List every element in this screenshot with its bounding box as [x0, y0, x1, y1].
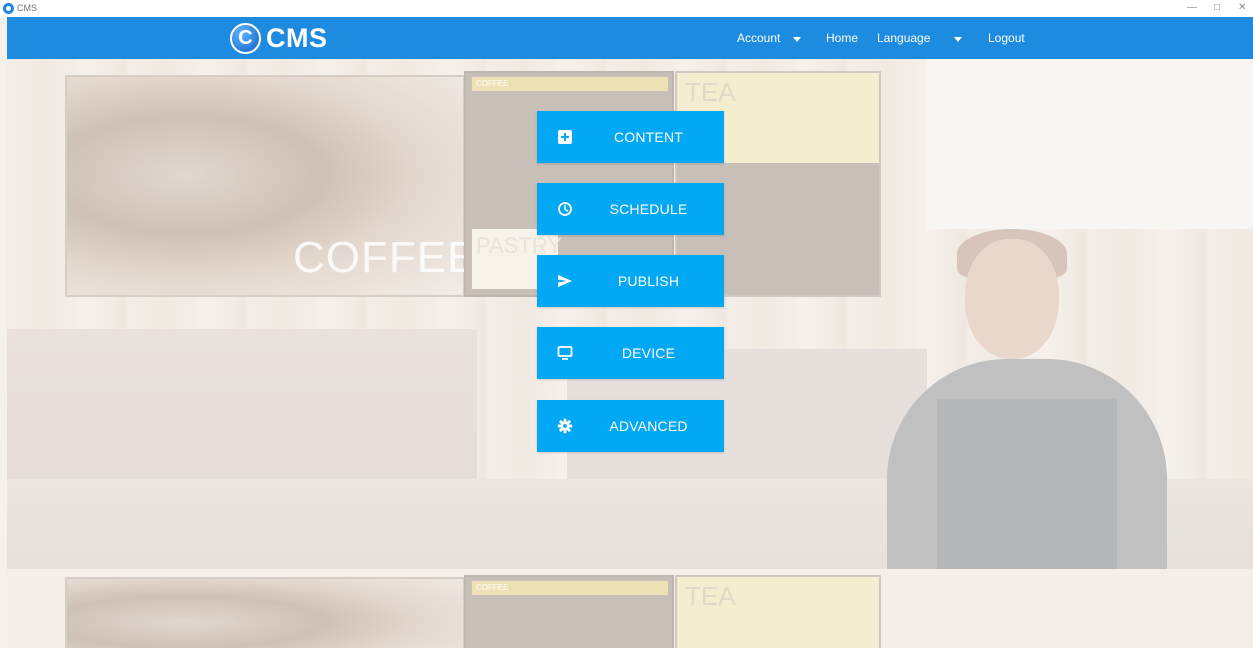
language-dropdown-icon[interactable]: [954, 37, 962, 42]
send-icon: [558, 275, 572, 287]
account-dropdown-icon[interactable]: [793, 37, 801, 42]
logo-text: CMS: [266, 23, 328, 53]
plus-box-icon: [558, 130, 572, 144]
advanced-button-label: ADVANCED: [609, 418, 688, 434]
schedule-button[interactable]: SCHEDULE: [537, 183, 724, 235]
publish-button[interactable]: PUBLISH: [537, 255, 724, 307]
maximize-button[interactable]: □: [1214, 1, 1220, 15]
nav-logout[interactable]: Logout: [988, 30, 1025, 46]
top-navbar: C CMS Account Home Language Logout: [7, 17, 1253, 59]
nav-account[interactable]: Account: [737, 30, 780, 46]
window-titlebar: CMS — □ ✕: [0, 0, 1253, 17]
window-title: CMS: [17, 3, 37, 13]
minimize-button[interactable]: —: [1187, 1, 1197, 15]
advanced-button[interactable]: ADVANCED: [537, 400, 724, 452]
publish-button-label: PUBLISH: [617, 273, 680, 289]
clock-icon: [558, 202, 572, 216]
nav-home[interactable]: Home: [826, 30, 858, 46]
content-button[interactable]: CONTENT: [537, 111, 724, 163]
nav-language[interactable]: Language: [877, 30, 930, 46]
schedule-button-label: SCHEDULE: [609, 201, 688, 217]
device-button-label: DEVICE: [621, 345, 676, 361]
gear-icon: [557, 418, 573, 434]
monitor-icon: [557, 346, 573, 360]
close-button[interactable]: ✕: [1238, 1, 1246, 15]
device-button[interactable]: DEVICE: [537, 327, 724, 379]
logo-c-icon: C: [230, 23, 261, 54]
app-icon: [3, 3, 14, 14]
content-button-label: CONTENT: [613, 129, 684, 145]
